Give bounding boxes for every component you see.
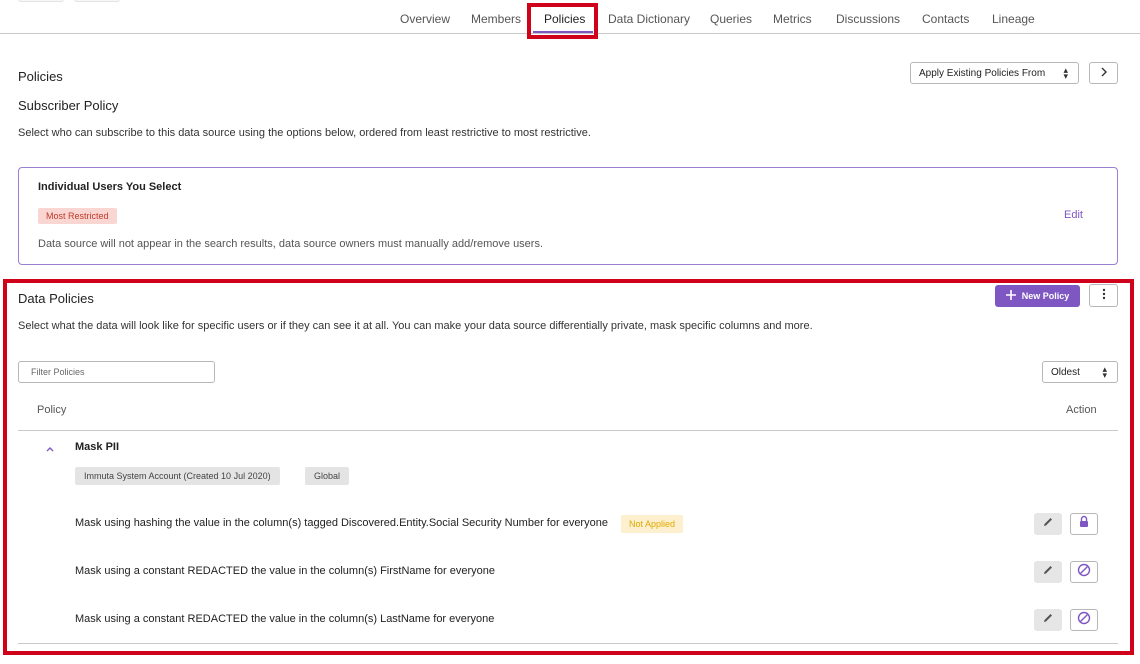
toolbar-chip[interactable] (74, 0, 120, 2)
edit-link[interactable]: Edit (1064, 209, 1083, 221)
data-policies-title: Data Policies (18, 291, 94, 306)
apply-existing-policies-select[interactable]: Apply Existing Policies From ▴ ▾ (910, 62, 1079, 84)
policy-rule-text: Mask using hashing the value in the colu… (75, 517, 608, 529)
sort-select[interactable]: Oldest ▴ ▾ (1042, 361, 1118, 383)
policy-rule-text: Mask using a constant REDACTED the value… (75, 613, 495, 625)
subscriber-policy-title: Subscriber Policy (18, 98, 119, 113)
filter-policies-input[interactable] (18, 361, 215, 383)
scope-chip: Global (305, 467, 350, 485)
chevron-right-icon (1100, 67, 1108, 80)
lock-rule-button[interactable] (1070, 513, 1098, 535)
card-note: Data source will not appear in the searc… (38, 238, 544, 250)
tab-discussions[interactable]: Discussions (836, 12, 900, 26)
sort-arrows-icon: ▴ ▾ (1102, 364, 1107, 380)
new-policy-button[interactable]: New Policy (995, 285, 1080, 307)
policy-rule-text: Mask using a constant REDACTED the value… (75, 565, 495, 577)
toolbar-chip[interactable] (18, 0, 64, 2)
column-header-policy: Policy (37, 404, 67, 416)
status-badge: Most Restricted (38, 208, 117, 224)
disable-icon (1077, 611, 1091, 630)
pencil-icon (1042, 611, 1054, 629)
disable-rule-button[interactable] (1070, 609, 1098, 631)
divider (18, 430, 1118, 431)
edit-rule-button[interactable] (1034, 609, 1062, 631)
more-vertical-icon (1102, 288, 1106, 303)
next-button[interactable] (1089, 62, 1118, 84)
card-title: Individual Users You Select (38, 181, 182, 193)
more-options-button[interactable] (1089, 284, 1118, 307)
sort-value: Oldest (1051, 366, 1080, 378)
column-header-action: Action (1066, 404, 1097, 416)
divider (18, 643, 1118, 644)
edit-rule-button[interactable] (1034, 561, 1062, 583)
lock-icon (1078, 515, 1090, 533)
chevron-up-icon[interactable] (45, 441, 55, 459)
disable-icon (1077, 563, 1091, 582)
page-title: Policies (18, 69, 63, 84)
tab-overview[interactable]: Overview (400, 12, 450, 26)
tab-members[interactable]: Members (471, 12, 521, 26)
new-policy-label: New Policy (1021, 291, 1070, 301)
tab-lineage[interactable]: Lineage (992, 12, 1035, 26)
apply-existing-label: Apply Existing Policies From (919, 67, 1046, 79)
sort-arrows-icon: ▴ ▾ (1063, 65, 1068, 81)
pencil-icon (1042, 515, 1054, 533)
subscriber-policy-description: Select who can subscribe to this data so… (18, 127, 591, 139)
policy-group-title: Mask PII (75, 441, 120, 453)
created-by-chip: Immuta System Account (Created 10 Jul 20… (75, 467, 280, 485)
subscriber-policy-card: Individual Users You Select Most Restric… (18, 167, 1118, 265)
not-applied-badge: Not Applied (621, 515, 684, 533)
tab-contacts[interactable]: Contacts (922, 12, 969, 26)
edit-rule-button[interactable] (1034, 513, 1062, 535)
tab-queries[interactable]: Queries (710, 12, 752, 26)
disable-rule-button[interactable] (1070, 561, 1098, 583)
tab-metrics[interactable]: Metrics (773, 12, 812, 26)
pencil-icon (1042, 563, 1054, 581)
plus-icon (1005, 290, 1016, 302)
highlight-box-policies-tab (527, 3, 598, 39)
data-policies-description: Select what the data will look like for … (18, 320, 813, 332)
tab-data-dictionary[interactable]: Data Dictionary (608, 12, 690, 26)
